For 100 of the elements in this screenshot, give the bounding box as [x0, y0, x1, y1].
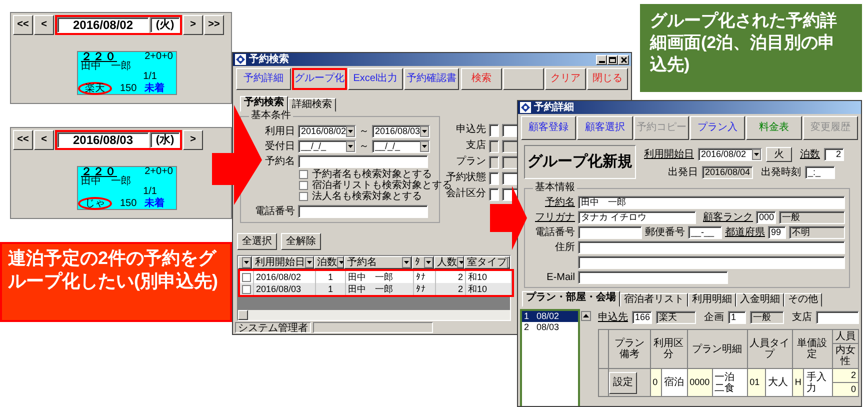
date-dropdown[interactable]: 2016/08/02: [698, 148, 762, 161]
toolbar-button[interactable]: グループ化: [292, 68, 347, 90]
date-dropdown[interactable]: 2016/08/03: [372, 125, 430, 138]
text-field[interactable]: 99: [768, 226, 786, 239]
settings-button[interactable]: 設定: [609, 372, 637, 394]
table-cell: 和10: [466, 271, 512, 283]
text-field[interactable]: [578, 226, 642, 239]
list-item[interactable]: 2 08/03: [522, 322, 578, 333]
select-button[interactable]: 全選択: [237, 233, 277, 250]
time-field[interactable]: _:_: [805, 166, 836, 179]
dropdown-icon[interactable]: [305, 257, 313, 268]
date-field[interactable]: 2016/08/02: [57, 17, 149, 33]
dropdown-icon[interactable]: [346, 126, 356, 137]
text-field[interactable]: __-__: [688, 226, 722, 239]
blank-button[interactable]: [503, 68, 544, 90]
column-header: プラン備考: [608, 330, 650, 368]
tab[interactable]: 詳細検索: [288, 98, 336, 112]
checkbox[interactable]: [299, 170, 308, 179]
minimize-icon: [598, 61, 604, 63]
text-field[interactable]: 田中 一郎: [578, 196, 845, 209]
readonly-field: 一般: [779, 211, 845, 224]
field-link[interactable]: 顧客ランク: [703, 212, 753, 224]
number-field[interactable]: 2: [824, 148, 844, 161]
nav-button[interactable]: >: [183, 15, 203, 35]
text-field[interactable]: [298, 205, 428, 218]
field-link[interactable]: 泊数: [800, 148, 820, 160]
nav-button[interactable]: >: [183, 130, 203, 150]
nav-button[interactable]: >>: [204, 15, 224, 35]
dropdown-icon[interactable]: [420, 126, 430, 137]
text-field[interactable]: [578, 256, 845, 269]
text-field[interactable]: [502, 124, 518, 136]
text-field[interactable]: [489, 124, 499, 136]
dropdown-icon[interactable]: [402, 257, 411, 268]
nav-button[interactable]: <<: [13, 15, 33, 35]
toolbar-button[interactable]: 予約確認書: [404, 68, 459, 90]
toolbar-button[interactable]: 顧客登録: [521, 116, 576, 140]
text-field[interactable]: [298, 155, 428, 168]
table-cell: 宿泊: [662, 368, 688, 396]
horizontal-scrollbar[interactable]: [238, 310, 510, 320]
field-link[interactable]: 申込先: [598, 312, 628, 324]
date-field[interactable]: 2016/08/03: [57, 132, 149, 148]
field-label: 出発日: [668, 166, 698, 178]
tab[interactable]: 宿泊者リスト: [620, 293, 688, 307]
table-cell: 2: [436, 283, 466, 295]
field-label: プラン: [455, 156, 486, 168]
text-field[interactable]: 1: [728, 311, 746, 324]
field-link[interactable]: 利用開始日: [644, 148, 694, 160]
scroll-up-icon[interactable]: [581, 311, 591, 321]
date-dropdown[interactable]: __/_/_: [372, 140, 430, 153]
field-link[interactable]: 都道府県: [725, 226, 765, 238]
text-field[interactable]: 000: [756, 211, 776, 224]
column-header[interactable]: 利用開始日: [252, 256, 314, 269]
dropdown-icon[interactable]: [752, 149, 761, 160]
column-header[interactable]: 人数: [434, 256, 464, 269]
dropdown-icon[interactable]: [420, 141, 429, 152]
close-button[interactable]: [618, 54, 629, 64]
minimize-button[interactable]: [596, 54, 607, 64]
nav-button[interactable]: <: [34, 15, 54, 35]
text-field[interactable]: タナカ イチロウ: [578, 211, 696, 224]
checkbox[interactable]: [242, 272, 251, 282]
guest-count: 2+0+0: [144, 52, 173, 62]
tab[interactable]: その他: [784, 293, 822, 307]
date-dropdown[interactable]: 2016/08/02: [298, 125, 356, 138]
text-field[interactable]: [502, 172, 518, 184]
weekday-label: (水): [150, 132, 180, 148]
maximize-button[interactable]: [607, 54, 618, 64]
checkbox[interactable]: [242, 284, 251, 294]
text-field[interactable]: [578, 271, 728, 284]
toolbar-button[interactable]: プラン入: [690, 116, 746, 140]
tab[interactable]: 入金明細: [736, 293, 784, 307]
text-field[interactable]: [578, 241, 845, 254]
date-dropdown[interactable]: __/_/_: [298, 140, 356, 153]
header-cell[interactable]: [238, 256, 252, 269]
dropdown-icon[interactable]: [424, 257, 433, 268]
checkbox[interactable]: [299, 181, 308, 190]
callout: 連泊予定の2件の予約をグループ化したい(別申込先): [0, 242, 232, 322]
text-field[interactable]: 166: [632, 311, 652, 324]
dropdown-icon[interactable]: [346, 141, 355, 152]
field-link[interactable]: 予約名: [529, 196, 575, 208]
list-item[interactable]: 1 08/02: [522, 311, 578, 322]
toolbar-button[interactable]: Excel出力: [348, 68, 403, 90]
text-field[interactable]: [816, 311, 859, 324]
readonly-field: 楽天: [656, 311, 696, 324]
field-link[interactable]: フリガナ: [529, 212, 575, 224]
dropdown-icon[interactable]: [242, 257, 251, 268]
tab[interactable]: 利用明細: [688, 293, 736, 307]
room-number: ２２０: [81, 167, 117, 177]
select-button[interactable]: 全解除: [281, 233, 321, 250]
tab[interactable]: プラン・部屋・会場: [522, 291, 620, 307]
field-label: 電話番号: [255, 206, 295, 218]
status-label: 未着: [144, 84, 165, 94]
toolbar-button[interactable]: 予約詳細: [236, 68, 291, 90]
weekday-button[interactable]: 火: [766, 147, 792, 162]
column-header[interactable]: ﾀ: [412, 256, 434, 269]
toolbar-button[interactable]: 顧客選択: [577, 116, 633, 140]
checkbox[interactable]: [299, 192, 308, 201]
nav-button[interactable]: <<: [13, 130, 33, 150]
nav-button[interactable]: <: [34, 130, 54, 150]
text-field[interactable]: [489, 172, 499, 184]
text-field[interactable]: [489, 188, 499, 200]
